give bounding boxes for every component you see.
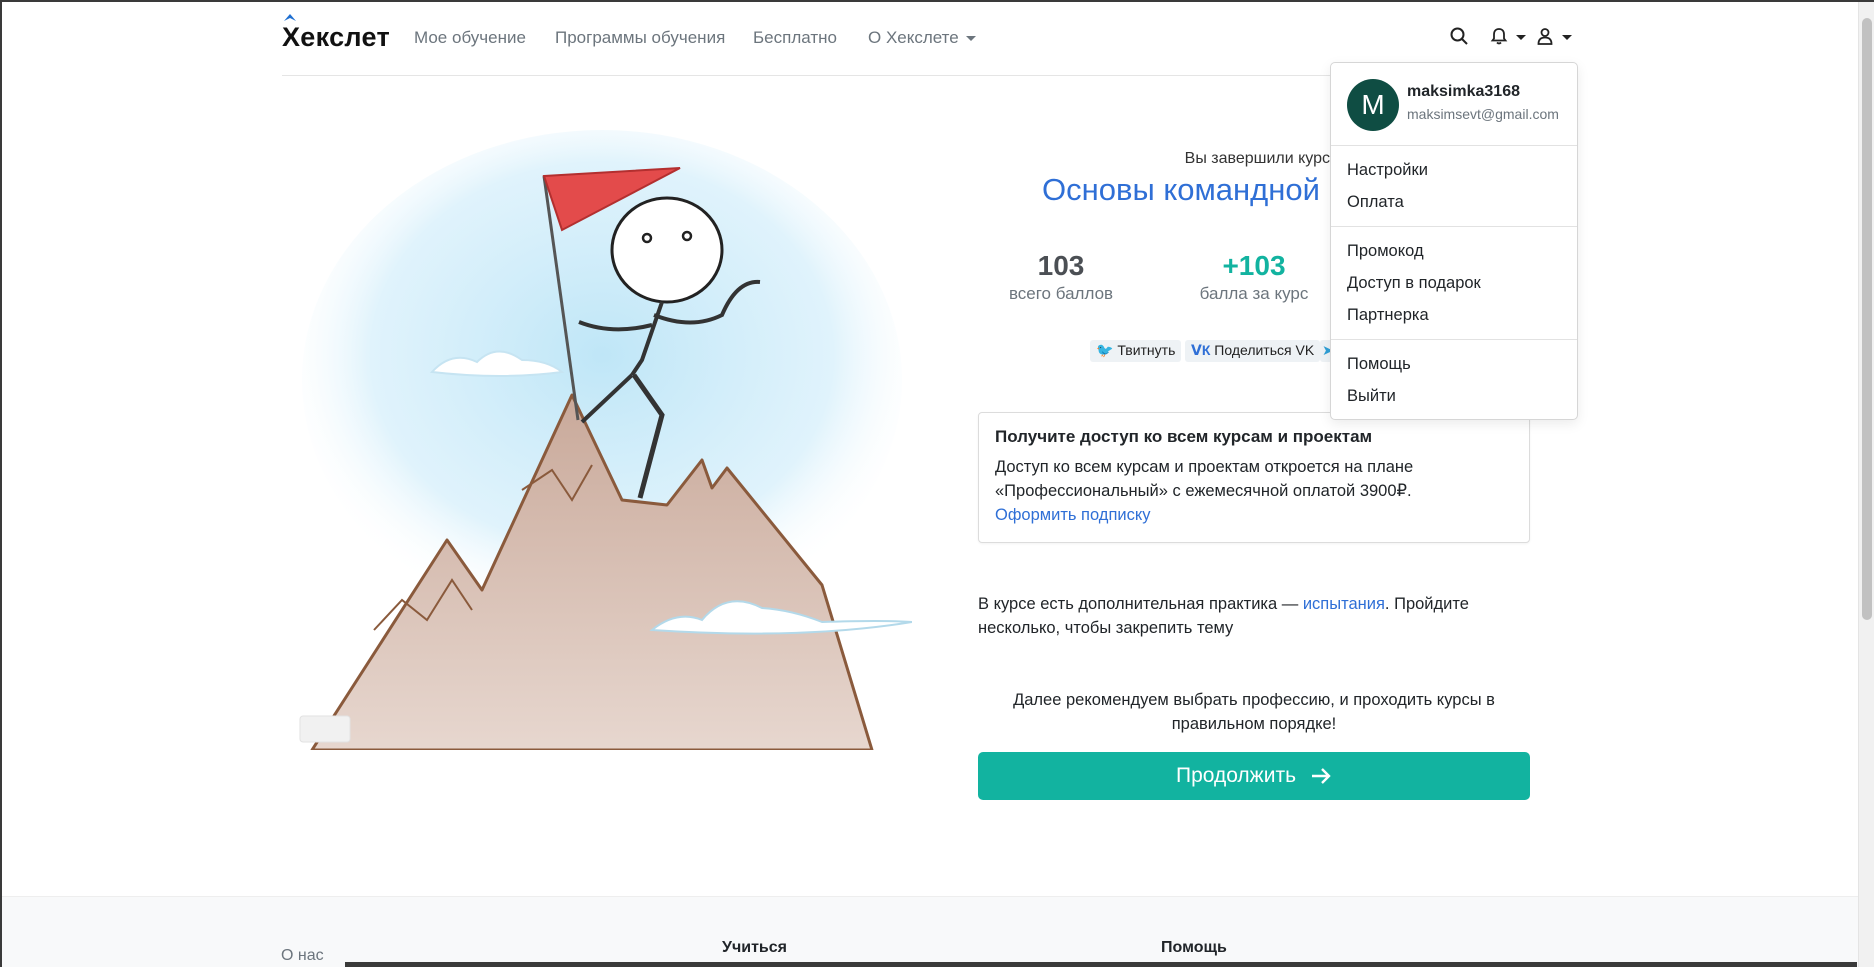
search-icon[interactable] [1449, 26, 1471, 48]
share-vk-label: Поделиться VK [1214, 342, 1315, 358]
dropdown-divider [1331, 145, 1577, 146]
bell-icon[interactable] [1489, 26, 1511, 48]
dropdown-item-logout[interactable]: Выйти [1347, 387, 1396, 406]
stat-total-value: 103 [1037, 250, 1085, 281]
arrow-right-icon [1312, 768, 1331, 784]
share-vk-button[interactable]: ᐯК Поделиться VK [1185, 340, 1321, 362]
dropdown-item-settings[interactable]: Настройки [1347, 161, 1428, 180]
footer-about-link[interactable]: О нас [281, 947, 324, 965]
stat-course-label: балла за курс [1199, 284, 1309, 303]
stat-course-value: +103 [1222, 250, 1286, 281]
dropdown-username: maksimka3168 [1407, 83, 1520, 100]
nav-free[interactable]: Бесплатно [753, 28, 837, 48]
dropdown-divider [1331, 226, 1577, 227]
bell-caret-icon[interactable] [1516, 35, 1526, 40]
dropdown-email: maksimsevt@gmail.com [1407, 106, 1559, 122]
course-title[interactable]: Основы командной [1042, 172, 1320, 208]
chevron-down-icon [965, 36, 976, 42]
subscription-title: Получите доступ ко всем курсам и проекта… [995, 427, 1373, 446]
user-icon[interactable] [1535, 26, 1557, 48]
continue-button[interactable]: Продолжить [978, 752, 1530, 800]
twitter-icon: 🐦 [1096, 342, 1114, 358]
subscription-text-line2: «Профессиональный» с ежемесячной оплатой… [995, 482, 1412, 500]
recommend-text: Далее рекомендуем выбрать профессию, и п… [1013, 691, 1495, 733]
practice-text: В курсе есть дополнительная практика — и… [978, 592, 1518, 640]
mountain-illustration [299, 130, 912, 750]
logo-text: Хекслет [282, 22, 390, 52]
subscription-card: Получите доступ ко всем курсам и проекта… [978, 412, 1530, 543]
dropdown-item-partner[interactable]: Партнерка [1347, 306, 1429, 325]
stat-total-label: всего баллов [1008, 284, 1114, 303]
avatar: M [1347, 79, 1399, 131]
user-caret-icon[interactable] [1562, 35, 1572, 40]
subscription-text-line1: Доступ ко всем курсам и проектам откроет… [995, 458, 1414, 476]
dropdown-item-help[interactable]: Помощь [1347, 355, 1411, 374]
hexlet-logo[interactable]: Хекслет [282, 14, 390, 53]
practice-prefix: В курсе есть дополнительная практика — [978, 595, 1303, 613]
dropdown-item-gift-access[interactable]: Доступ в подарок [1347, 274, 1481, 293]
nav-about-label: О Хекслете [868, 28, 959, 47]
dropdown-divider [1331, 339, 1577, 340]
dropdown-item-promocode[interactable]: Промокод [1347, 242, 1424, 261]
nav-my-learning[interactable]: Мое обучение [414, 28, 526, 48]
nav-programs[interactable]: Программы обучения [555, 28, 725, 48]
subscribe-link[interactable]: Оформить подписку [995, 503, 1513, 527]
finished-course-label: Вы завершили курс [1184, 150, 1330, 167]
scrollbar[interactable] [1858, 0, 1874, 967]
vk-icon: ᐯК [1191, 342, 1211, 358]
share-twitter-label: Твитнуть [1117, 342, 1176, 358]
stat-total: 103 всего баллов [1005, 250, 1117, 304]
footer: О нас Учиться Помощь [2, 896, 1858, 967]
continue-label: Продолжить [1175, 764, 1297, 787]
nav-about-dropdown[interactable]: О Хекслете [868, 28, 976, 48]
footer-learn-heading: Учиться [722, 939, 787, 956]
user-dropdown-menu: M maksimka3168 maksimsevt@gmail.com Наст… [1330, 62, 1578, 420]
scrollbar-thumb[interactable] [1862, 18, 1872, 620]
challenges-link[interactable]: испытания [1303, 595, 1385, 613]
footer-help-heading: Помощь [1161, 939, 1227, 956]
share-twitter-button[interactable]: 🐦 Твитнуть [1090, 340, 1182, 362]
stat-course: +103 балла за курс [1195, 250, 1313, 304]
footer-strip [345, 962, 1857, 967]
logo-mark-icon [284, 14, 296, 21]
dropdown-item-payment[interactable]: Оплата [1347, 193, 1404, 212]
